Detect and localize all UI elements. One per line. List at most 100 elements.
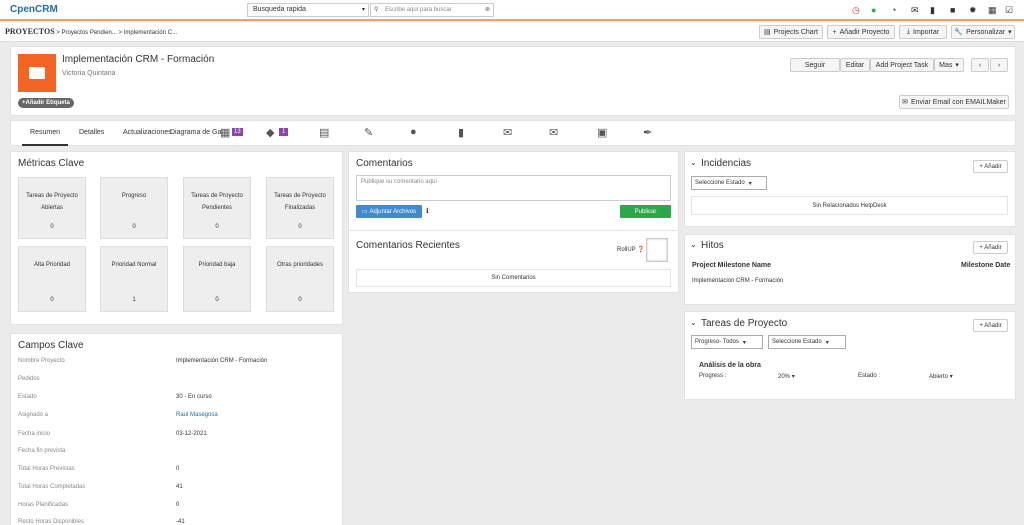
- chart-icon[interactable]: ▮: [930, 5, 935, 16]
- comment-placeholder: Publique su comentario aquí: [361, 179, 438, 185]
- follow-button[interactable]: Seguir: [790, 58, 840, 72]
- chart-icon: ▤: [764, 29, 771, 36]
- tasks-title: Tareas de Proyecto: [701, 318, 788, 329]
- field-value: -41: [176, 519, 185, 525]
- gear-icon[interactable]: ✹: [969, 5, 977, 16]
- field-value: 03-12-2021: [176, 431, 207, 437]
- metric-label: Tareas de Proyecto Abiertas: [26, 193, 78, 211]
- comment-icon[interactable]: ●: [410, 126, 417, 138]
- collapse-icon[interactable]: ⌄: [690, 318, 697, 327]
- projects-chart-button[interactable]: ▤ Projects Chart: [759, 25, 823, 39]
- download-icon: ⤓: [906, 28, 911, 35]
- projects-chart-label: Projects Chart: [773, 28, 818, 36]
- envelope-icon: ✉: [902, 99, 908, 106]
- field-value: 0: [176, 502, 180, 508]
- next-record-button[interactable]: ›: [990, 58, 1008, 72]
- calendar-icon[interactable]: ▦: [220, 126, 230, 139]
- search-clear-icon[interactable]: ⊗: [485, 4, 490, 16]
- edit-button[interactable]: Editar: [840, 58, 870, 72]
- record-owner: Victoria Quintana: [62, 70, 116, 77]
- milestone-name-header: Project Milestone Name: [692, 262, 771, 269]
- metrics-title: Métricas Clave: [18, 158, 85, 169]
- notes-icon[interactable]: ✎: [364, 126, 373, 139]
- customize-button[interactable]: 🔧 Personalizar ▾: [951, 25, 1015, 39]
- contact-icon[interactable]: ▮: [458, 126, 464, 139]
- add-task-button[interactable]: + Añadir: [973, 319, 1008, 332]
- breadcrumb-item[interactable]: Implementación C...: [124, 30, 177, 36]
- search-scope-select[interactable]: Busqueda rapida ▾: [247, 3, 369, 17]
- prev-record-button[interactable]: ‹: [971, 58, 989, 72]
- attach-files-button[interactable]: ▭ Adjuntar Archivos: [356, 205, 422, 218]
- invoice-icon[interactable]: ▣: [597, 126, 607, 139]
- search-input[interactable]: ⚲ Escribe aquí para buscar ⊗: [370, 3, 494, 17]
- mail-icon[interactable]: ✉: [911, 5, 919, 16]
- dashboard-icon[interactable]: ◔: [891, 5, 896, 15]
- no-helpdesk-text: Sin Relacionados HelpDesk: [812, 202, 887, 209]
- publish-label: Publicar: [634, 208, 657, 215]
- metric-pending-tasks: Tareas de Proyecto Pendientes 0: [183, 177, 251, 239]
- chevron-right-icon: ›: [997, 61, 1001, 69]
- envelope-icon[interactable]: ✉: [503, 126, 512, 139]
- progress-filter-value: Progreso- Todos: [695, 339, 739, 345]
- metric-label: Prioridad Normal: [111, 262, 157, 268]
- add-project-task-button[interactable]: Add Project Task: [870, 58, 934, 72]
- pin-icon[interactable]: ✒: [643, 126, 652, 139]
- task-name[interactable]: Análisis de la obra: [699, 362, 761, 369]
- rollup-toggle[interactable]: [646, 238, 668, 262]
- assigned-user-link[interactable]: Raul Masegosa: [176, 412, 218, 418]
- tab-badge: 1: [279, 128, 289, 136]
- comment-textarea[interactable]: Publique su comentario aquí: [356, 175, 671, 201]
- incident-status-value: Seleccione Estado: [695, 180, 745, 186]
- tab-updates[interactable]: Actualizaciones: [123, 129, 172, 136]
- breadcrumb: PROYECTOS > Proyectos Pendien... > Imple…: [5, 27, 177, 36]
- add-milestone-button[interactable]: + Añadir: [973, 241, 1008, 254]
- add-incident-label: + Añadir: [979, 163, 1002, 170]
- publish-button[interactable]: Publicar: [620, 205, 671, 218]
- alarm-icon[interactable]: ◷: [852, 5, 860, 16]
- lock-icon[interactable]: ■: [950, 5, 955, 15]
- search-scope-value: Busqueda rapida: [253, 6, 306, 13]
- metric-open-tasks: Tareas de Proyecto Abiertas 0: [18, 177, 86, 239]
- add-tag-button[interactable]: +Añadir Etiqueta: [18, 98, 74, 108]
- metric-progress: Progreso 0: [100, 177, 168, 239]
- more-button[interactable]: Mas ▾: [934, 58, 964, 72]
- email-maker-button[interactable]: ✉ Enviar Email con EMAILMaker: [899, 95, 1009, 109]
- grid-icon[interactable]: ▦: [988, 5, 997, 16]
- milestone-row[interactable]: Implementacion CRM - Formación: [692, 278, 783, 284]
- task-status-dropdown[interactable]: Abierto ▾: [929, 373, 953, 380]
- tasks-icon[interactable]: ☑: [1005, 5, 1013, 16]
- info-icon[interactable]: ℹ: [426, 207, 429, 215]
- metric-value: 0: [132, 224, 136, 230]
- add-project-button[interactable]: + Añadir Proyecto: [827, 25, 895, 39]
- status-filter-select[interactable]: Seleccione Estado ▾: [768, 335, 846, 349]
- breadcrumb-module[interactable]: PROYECTOS: [5, 27, 55, 36]
- search-icon: ⚲: [374, 7, 379, 13]
- brand-logo[interactable]: CpenCRM: [10, 4, 58, 15]
- add-incident-button[interactable]: + Añadir: [973, 160, 1008, 173]
- collapse-icon[interactable]: ⌄: [690, 240, 697, 249]
- field-label: Fecha inicio: [18, 431, 51, 437]
- incident-status-select[interactable]: Seleccione Estado ▾: [691, 176, 767, 190]
- metric-label: Tareas de Proyecto Finalizadas: [274, 193, 326, 211]
- whatsapp-icon[interactable]: ●: [871, 5, 876, 15]
- milestone-icon[interactable]: ◆: [266, 126, 274, 139]
- email-icon[interactable]: ✉: [549, 126, 558, 139]
- tab-details[interactable]: Detalles: [79, 129, 104, 136]
- tab-summary[interactable]: Resumen: [22, 120, 68, 146]
- document-icon[interactable]: ▤: [319, 126, 329, 139]
- plus-icon: +: [832, 28, 837, 36]
- field-label: Nombre Proyecto: [18, 358, 65, 364]
- add-project-label: Añadir Proyecto: [839, 28, 890, 36]
- tab-gantt[interactable]: Diagrama de Ga: [170, 129, 221, 136]
- help-icon: ❓: [637, 247, 645, 253]
- progress-filter-select[interactable]: Progreso- Todos ▾: [691, 335, 763, 349]
- task-progress-dropdown[interactable]: 20% ▾: [778, 373, 795, 380]
- breadcrumb-item[interactable]: Proyectos Pendien...: [62, 30, 117, 36]
- rollup-label: RollUP ❓: [617, 246, 645, 253]
- collapse-icon[interactable]: ⌄: [690, 158, 697, 167]
- no-comments-box: Sin Comentarios: [356, 269, 671, 287]
- chevron-down-icon: ▾: [748, 180, 752, 187]
- import-button[interactable]: ⤓ Importar: [899, 25, 947, 39]
- task-status-label: Estado :: [858, 373, 881, 379]
- chevron-down-icon: ▾: [955, 62, 959, 69]
